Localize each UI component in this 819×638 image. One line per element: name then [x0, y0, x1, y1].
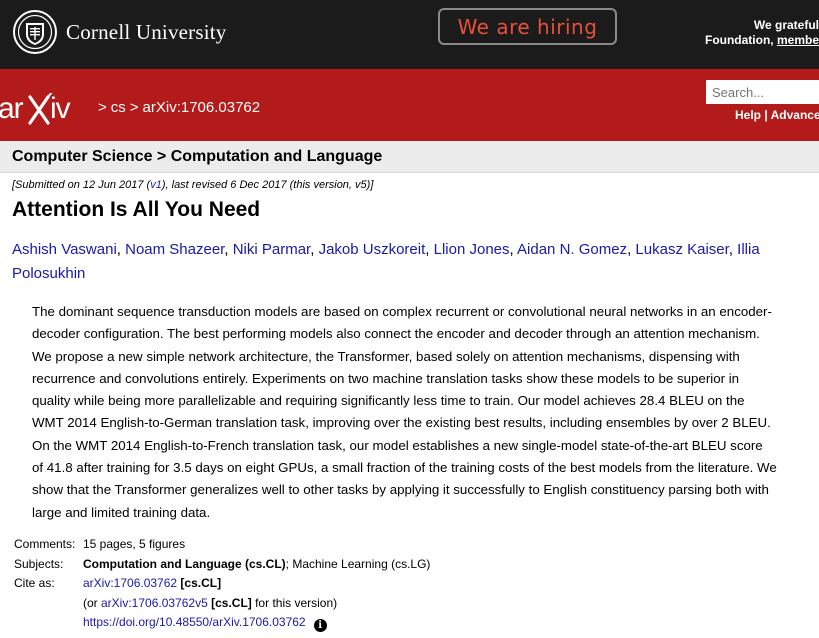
breadcrumb-separator: >	[129, 99, 139, 116]
breadcrumb-paper-id: arXiv:1706.03762	[142, 99, 261, 116]
grateful-line-2: Foundation, membe	[705, 33, 819, 48]
advanced-search-link[interactable]: Advanced	[771, 108, 819, 122]
doi-value: https://doi.org/10.48550/arXiv.1706.0376…	[83, 613, 327, 633]
help-link[interactable]: Help	[735, 108, 761, 122]
dateline-prefix: [Submitted on 12 Jun 2017 (	[12, 179, 151, 191]
author-link[interactable]: Llion Jones	[434, 241, 510, 258]
cornell-seal-icon[interactable]	[13, 10, 57, 54]
author-list: Ashish Vaswani, Noam Shazeer, Niki Parma…	[12, 241, 760, 282]
abstract: The dominant sequence transduction model…	[32, 304, 777, 520]
author-link[interactable]: Ashish Vaswani	[12, 241, 117, 258]
breadcrumb-cs-link[interactable]: cs	[111, 99, 126, 116]
subject-header-bar: Computer Science > Computation and Langu…	[0, 141, 819, 173]
dateline-suffix: ), last revised 6 Dec 2017 (this version…	[161, 179, 374, 191]
we-are-hiring-button[interactable]: We are hiring	[438, 8, 617, 45]
breadcrumb-separator: >	[98, 99, 107, 116]
info-icon[interactable]: i	[313, 619, 327, 632]
help-separator: |	[761, 108, 771, 122]
breadcrumb: > cs > arXiv:1706.03762	[98, 99, 264, 116]
author-link[interactable]: Aidan N. Gomez	[517, 241, 627, 258]
search-input[interactable]	[706, 80, 819, 104]
grateful-line-1: We grateful	[753, 18, 819, 32]
subjects-value: Computation and Language (cs.CL); Machin…	[83, 555, 430, 575]
subjects-label: Subjects:	[14, 556, 64, 571]
author-link[interactable]: Niki Parmar	[233, 241, 311, 258]
svg-text:iv: iv	[50, 93, 71, 125]
cornell-topbar: Cornell University We are hiring We grat…	[0, 0, 819, 69]
secondary-subject: ; Machine Learning (cs.LG)	[285, 556, 431, 571]
cite-arxiv-link[interactable]: arXiv:1706.03762	[83, 576, 177, 590]
cite-version-link[interactable]: arXiv:1706.03762v5	[101, 596, 208, 610]
author-link[interactable]: Lukasz Kaiser	[635, 241, 728, 258]
donor-acknowledgement: We grateful Foundation, membe	[705, 18, 819, 48]
author-link[interactable]: Noam Shazeer	[125, 241, 224, 258]
svg-text:ar: ar	[0, 93, 24, 125]
cornell-university-name[interactable]: Cornell University	[66, 20, 227, 45]
cite-tag: [cs.CL]	[180, 576, 222, 590]
help-links: Help | Advanced	[735, 108, 819, 122]
doi-link[interactable]: https://doi.org/10.48550/arXiv.1706.0376…	[83, 615, 306, 629]
cite-version-tag: [cs.CL]	[211, 595, 252, 610]
author-link[interactable]: Jakob Uszkoreit	[319, 241, 426, 258]
cite-value: arXiv:1706.03762 [cs.CL]	[83, 574, 221, 594]
cite-version-prefix: (or	[83, 595, 101, 610]
comments-value: 15 pages, 5 figures	[83, 537, 186, 551]
version-v1-link[interactable]: v1	[150, 179, 162, 191]
paper-title: Attention Is All You Need	[12, 198, 261, 221]
arxiv-logo-icon[interactable]: ar iv	[0, 93, 92, 127]
cite-version-value: (or arXiv:1706.03762v5 [cs.CL] for this …	[83, 594, 337, 614]
subject-header: Computer Science > Computation and Langu…	[0, 141, 819, 173]
submission-dateline: [Submitted on 12 Jun 2017 (v1), last rev…	[12, 179, 373, 191]
subject-title: Computer Science > Computation and Langu…	[12, 148, 383, 165]
members-link[interactable]: membe	[777, 33, 819, 47]
comments-label: Comments:	[14, 537, 76, 551]
grateful-line-2-prefix: Foundation,	[704, 33, 777, 47]
cite-label: Cite as:	[14, 576, 55, 590]
primary-subject: Computation and Language (cs.CL)	[83, 556, 286, 571]
cite-version-suffix: for this version)	[251, 595, 338, 610]
